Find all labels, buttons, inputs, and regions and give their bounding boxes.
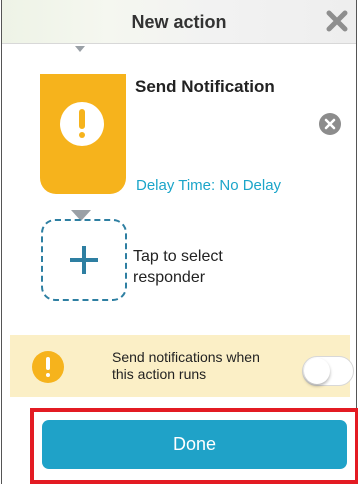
flow-arrow-icon	[75, 46, 85, 52]
send-notification-tile[interactable]	[40, 74, 126, 194]
action-title: Send Notification	[135, 77, 275, 96]
close-icon[interactable]	[324, 8, 350, 34]
select-responder-button[interactable]	[41, 219, 127, 301]
alert-icon	[32, 351, 64, 383]
page-title: New action	[131, 12, 227, 32]
responder-label: Tap to select responder	[133, 248, 223, 286]
notify-text: Send notifications when this action runs	[112, 349, 260, 382]
remove-icon[interactable]	[319, 113, 341, 135]
app-frame: New action Send Notification Delay Time:…	[1, 0, 358, 484]
done-highlight-box: Done	[30, 408, 358, 484]
delay-time-link[interactable]: Delay Time: No Delay	[136, 177, 281, 194]
notification-banner: Send notifications when this action runs	[10, 335, 354, 397]
toggle-knob	[304, 358, 330, 384]
alert-icon	[60, 102, 104, 146]
notify-toggle[interactable]	[302, 356, 354, 386]
nav-header: New action	[2, 0, 356, 44]
done-button[interactable]: Done	[42, 420, 347, 469]
